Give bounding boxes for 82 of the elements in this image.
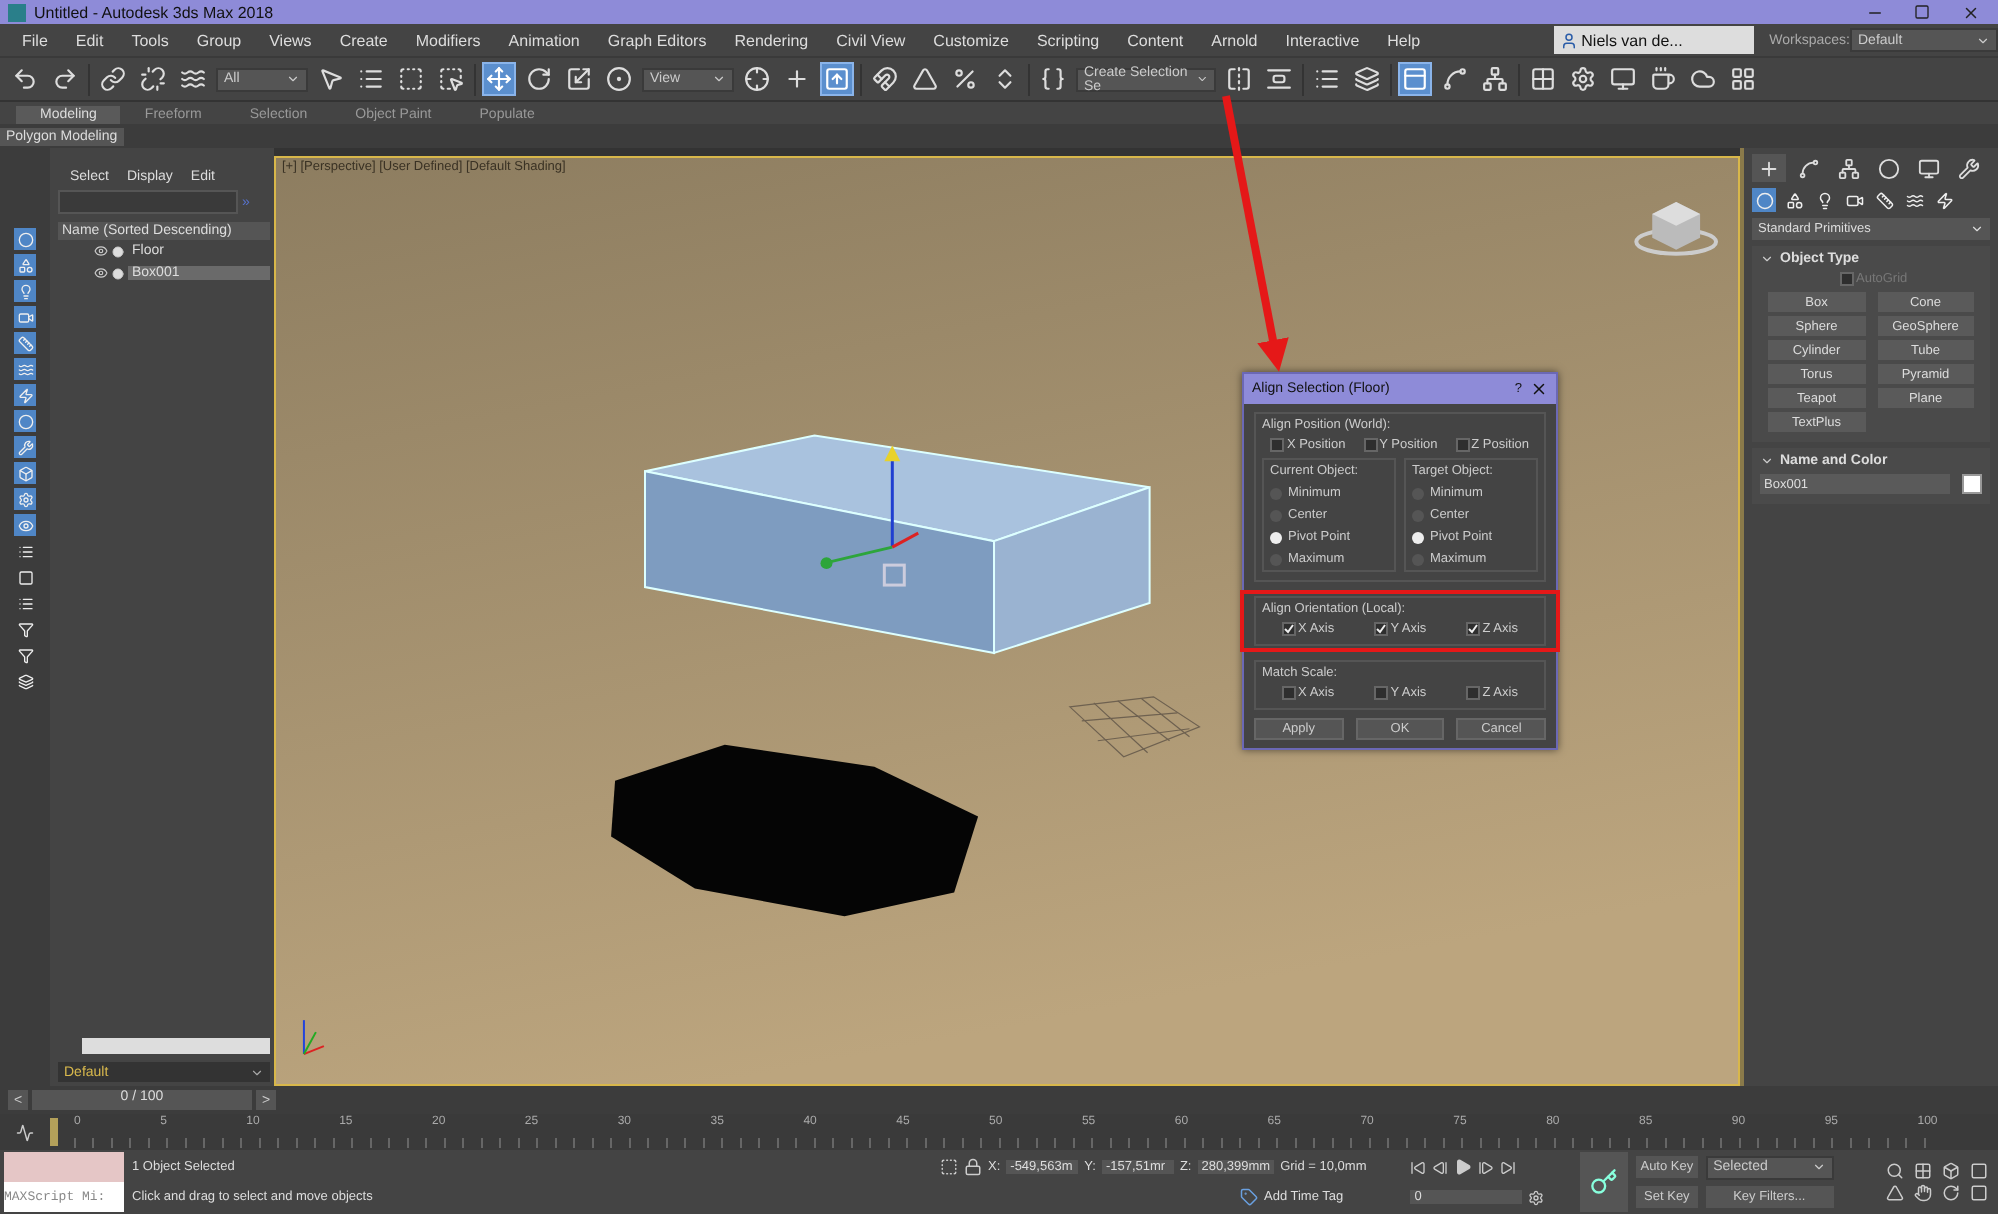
menu-item[interactable]: Views — [255, 31, 326, 49]
move-icon[interactable] — [482, 62, 516, 96]
menu-item[interactable]: Rendering — [720, 31, 823, 49]
menu-item[interactable]: File — [8, 31, 62, 49]
dashed-select-icon[interactable] — [434, 62, 468, 96]
magnet-icon[interactable] — [868, 62, 902, 96]
braces-icon[interactable] — [1036, 62, 1070, 96]
menu-item[interactable]: Modifiers — [401, 31, 495, 49]
close-icon[interactable] — [1530, 380, 1548, 398]
panel-icon[interactable] — [1398, 62, 1432, 96]
unlink-icon[interactable] — [136, 62, 170, 96]
caret-icon[interactable] — [1195, 72, 1208, 86]
link-icon[interactable] — [96, 62, 130, 96]
caret-icon[interactable] — [1976, 33, 1990, 47]
check-icon — [1284, 624, 1295, 634]
arrow-square-icon[interactable] — [820, 62, 854, 96]
user-icon — [1559, 31, 1578, 49]
menu-item[interactable]: Interactive — [1271, 31, 1374, 49]
menu-item[interactable]: Edit — [61, 31, 118, 49]
monitor-icon[interactable] — [1606, 62, 1640, 96]
first-frame-icon[interactable] — [1410, 1159, 1427, 1176]
shapes-icon[interactable] — [1782, 188, 1806, 212]
menu-item[interactable]: Group — [182, 31, 256, 49]
menu-item[interactable]: Scripting — [1022, 31, 1114, 49]
previous-frame-icon[interactable] — [1432, 1159, 1449, 1176]
network-icon[interactable] — [1478, 62, 1512, 96]
curve-icon[interactable] — [1438, 62, 1472, 96]
eye-icon[interactable] — [94, 244, 108, 258]
caret-icon[interactable] — [286, 72, 300, 86]
app-icon — [8, 3, 26, 21]
menu-item[interactable]: Graph Editors — [593, 31, 721, 49]
bolt-icon[interactable] — [1932, 188, 1956, 212]
target-icon[interactable] — [602, 62, 636, 96]
caret-icon[interactable] — [250, 1065, 264, 1079]
caret-icon[interactable] — [1760, 252, 1774, 266]
layout-icon[interactable] — [1726, 62, 1760, 96]
plus-icon[interactable] — [1752, 154, 1786, 182]
dashed-square-icon[interactable] — [394, 62, 428, 96]
dot-icon[interactable] — [112, 245, 124, 257]
check-icon — [1468, 624, 1479, 634]
menu-item[interactable]: Create — [325, 31, 402, 49]
rotate-icon[interactable] — [522, 62, 556, 96]
triangle-icon[interactable] — [908, 62, 942, 96]
search-field[interactable] — [58, 190, 238, 214]
axis-tripod-icon — [302, 1019, 325, 1056]
gear-icon[interactable] — [1566, 62, 1600, 96]
scrollbar[interactable] — [82, 1038, 270, 1054]
caret-icon[interactable] — [1760, 454, 1774, 468]
ruler-icon[interactable] — [1872, 188, 1896, 212]
curve-icon[interactable] — [16, 1123, 34, 1141]
dot-icon[interactable] — [112, 267, 124, 279]
menu-item[interactable]: Animation — [494, 31, 594, 49]
caret-icon[interactable] — [712, 72, 726, 86]
layers-icon[interactable] — [1350, 62, 1384, 96]
caret-icon[interactable] — [1970, 222, 1984, 236]
menu-item[interactable]: Content — [1113, 31, 1198, 49]
account-button[interactable]: Niels van de... — [1553, 26, 1754, 54]
frame-marker[interactable] — [50, 1118, 58, 1146]
caret-icon[interactable] — [1811, 1160, 1826, 1175]
set-key-icon[interactable] — [1580, 1152, 1629, 1212]
grid-icon[interactable] — [1526, 62, 1560, 96]
menu-item[interactable]: Help — [1373, 31, 1435, 49]
lock-icon[interactable] — [964, 1158, 982, 1176]
transform-gizmo-icon — [820, 445, 919, 587]
menu-item[interactable]: Arnold — [1197, 31, 1272, 49]
menu-item[interactable]: Tools — [117, 31, 183, 49]
tag-icon — [1240, 1188, 1258, 1206]
menu-item[interactable]: Customize — [919, 31, 1023, 49]
check-icon — [1376, 624, 1387, 634]
scale-icon[interactable] — [562, 62, 596, 96]
last-frame-icon[interactable] — [1500, 1159, 1517, 1176]
eye-icon[interactable] — [94, 266, 108, 280]
window-title: Untitled - Autodesk 3ds Max 2018 — [34, 3, 276, 21]
play-icon[interactable] — [1454, 1158, 1473, 1177]
crosshair-icon[interactable] — [740, 62, 774, 96]
next-frame-icon[interactable] — [1478, 1159, 1495, 1176]
select-icon[interactable] — [940, 1158, 958, 1176]
mirror-icon[interactable] — [1222, 62, 1256, 96]
menu-item[interactable]: Civil View — [822, 31, 920, 49]
listener-field[interactable] — [4, 1152, 124, 1182]
color-swatch[interactable] — [1962, 474, 1982, 494]
grid-drawing — [1068, 696, 1201, 758]
